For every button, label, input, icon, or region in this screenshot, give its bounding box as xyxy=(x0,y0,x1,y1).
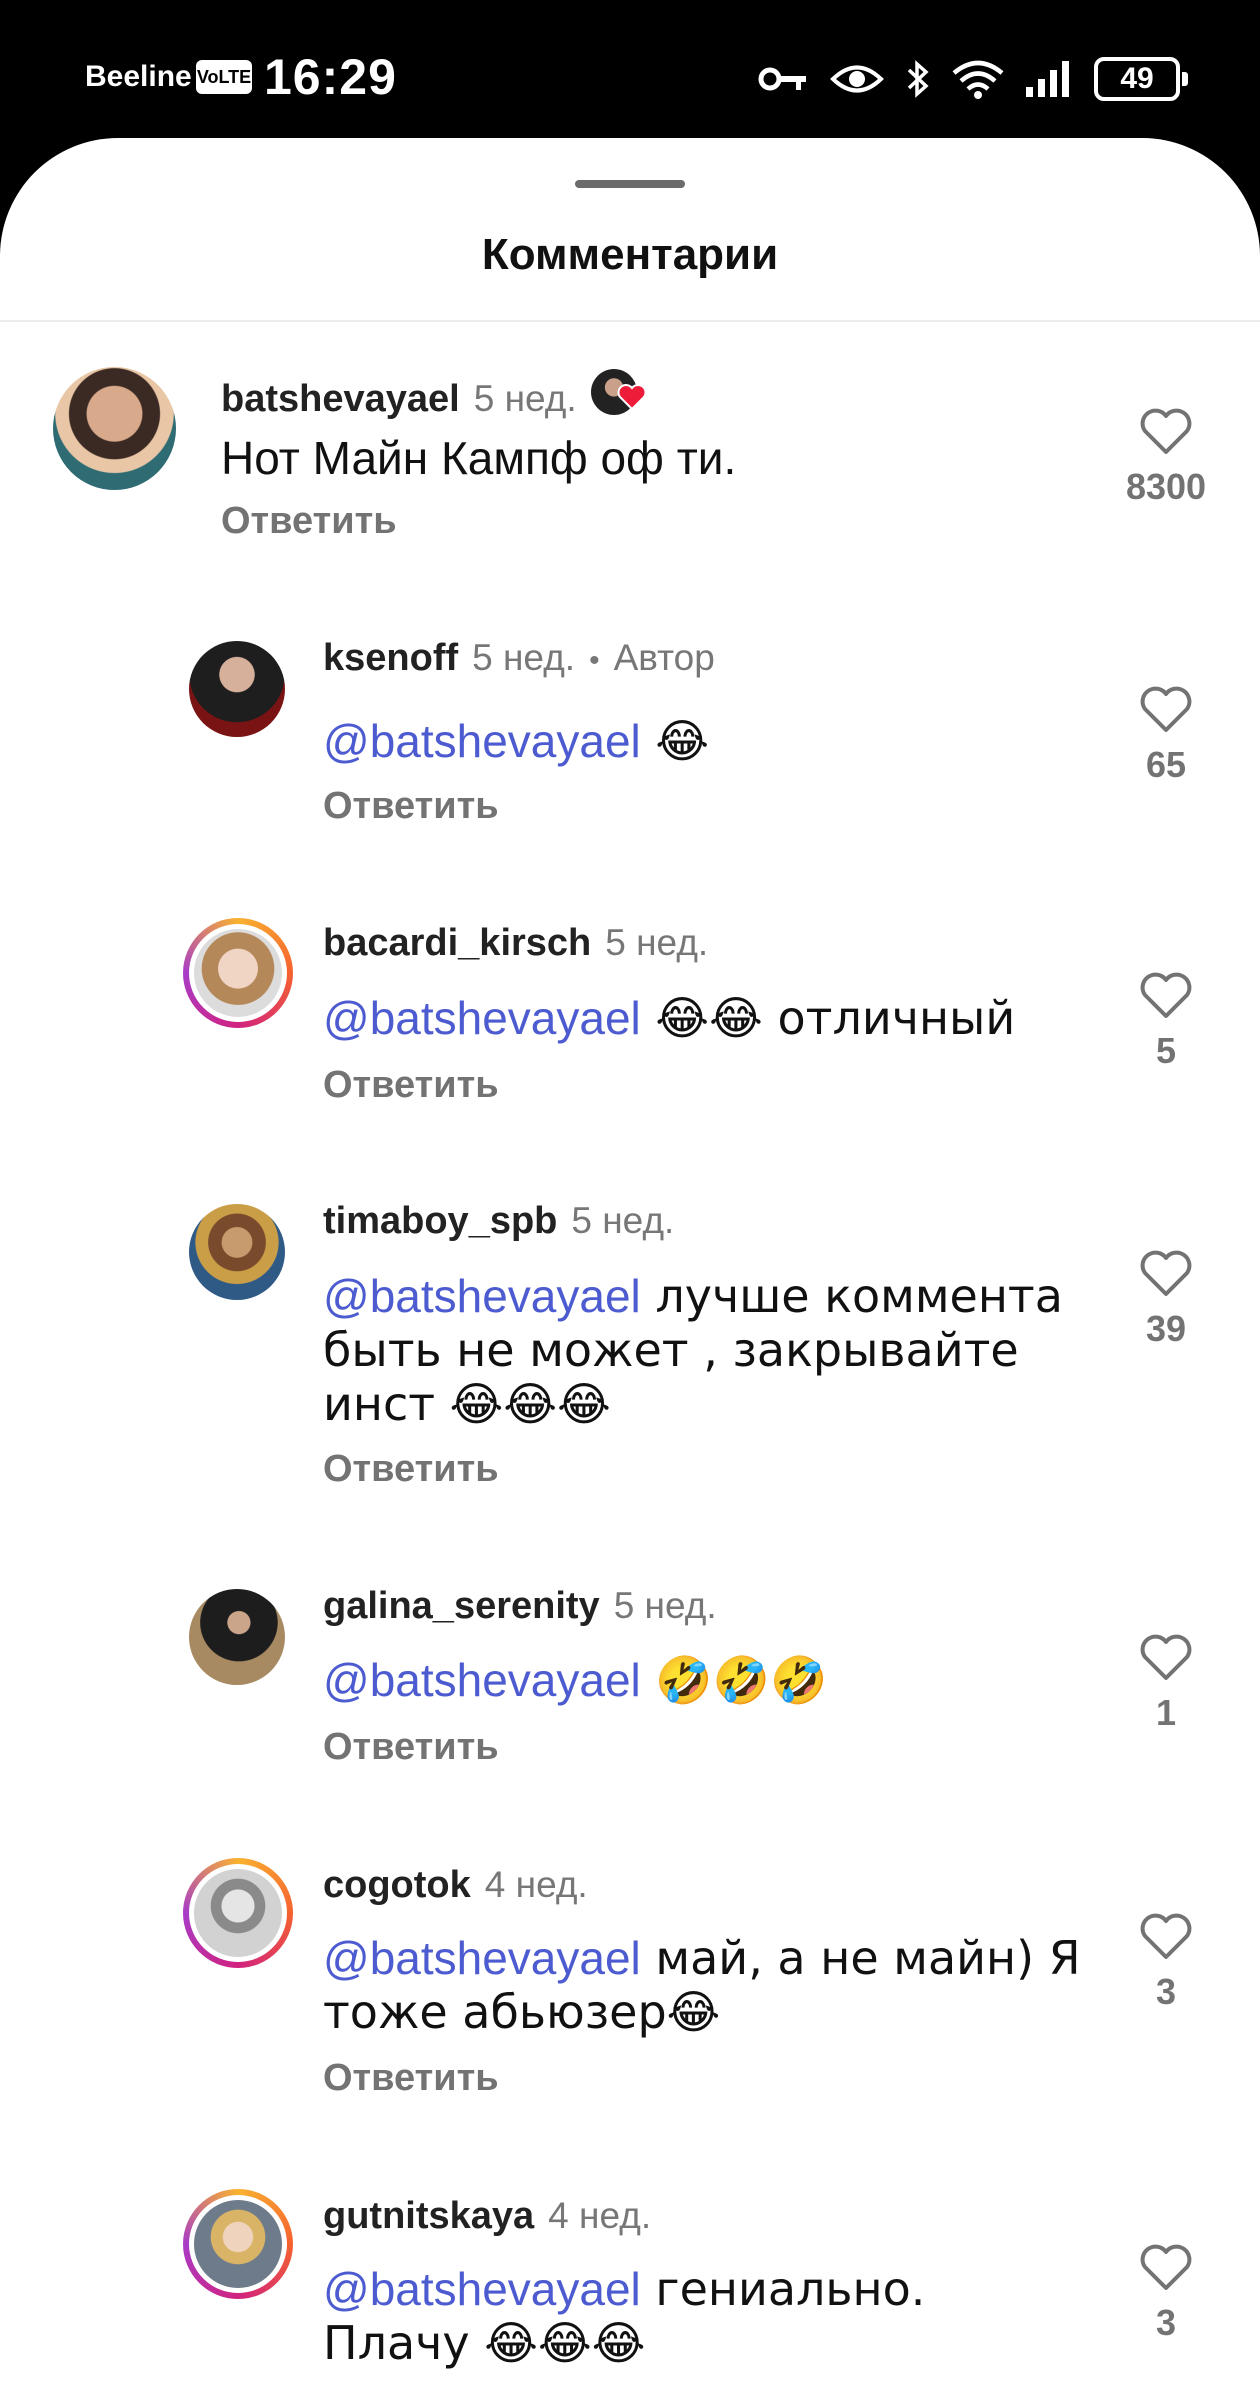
heart-icon xyxy=(617,384,647,411)
comment-text: Нот Майн Кампф оф ти. xyxy=(221,431,1081,485)
status-icons: 49 xyxy=(758,54,1188,104)
status-bar: Beeline VoLTE 16:29 49 xyxy=(0,0,1260,150)
comment-body: 🤣🤣🤣 xyxy=(640,1653,828,1707)
signal-icon xyxy=(1026,61,1072,97)
mention-link[interactable]: @batshevayael xyxy=(323,992,641,1044)
wifi-icon xyxy=(952,59,1004,99)
timestamp: 4 нед. xyxy=(548,2195,652,2236)
volte-badge: VoLTE xyxy=(196,60,252,94)
like-count: 8300 xyxy=(1125,466,1207,507)
author-liked-badge xyxy=(590,369,647,419)
username[interactable]: gutnitskaya xyxy=(323,2195,534,2238)
like-count: 65 xyxy=(1145,744,1187,785)
timestamp: 4 нед. xyxy=(484,1864,588,1905)
comment-meta: timaboy_spb 5 нед. xyxy=(323,1200,674,1243)
like-count: 1 xyxy=(1155,1692,1177,1733)
username[interactable]: ksenoff xyxy=(323,637,458,680)
comment-text: @batshevayael 🤣🤣🤣 xyxy=(323,1653,1083,1707)
comment-text: @batshevayael май, а не майн) Я тоже абь… xyxy=(323,1931,1083,2039)
comment-meta: ksenoff 5 нед. • Автор xyxy=(323,637,715,680)
username[interactable]: bacardi_kirsch xyxy=(323,922,591,965)
eye-icon xyxy=(830,62,884,96)
reply-button[interactable]: Ответить xyxy=(323,2057,499,2100)
comment-body: 😂 xyxy=(640,714,710,768)
comment-text: @batshevayael лучше коммента быть не мож… xyxy=(323,1269,1083,1431)
comment-body: 😂😂 отличный xyxy=(640,991,1016,1045)
mention-link[interactable]: @batshevayael xyxy=(323,1270,641,1322)
timestamp: 5 нед. xyxy=(605,922,709,963)
reply-button[interactable]: Ответить xyxy=(323,1064,499,1107)
like-button[interactable]: 39 xyxy=(1111,1250,1221,1350)
comment-meta: galina_serenity 5 нед. xyxy=(323,1585,717,1628)
avatar[interactable] xyxy=(189,1589,285,1685)
clock: 16:29 xyxy=(264,49,397,105)
comment-text: @batshevayael 😂 xyxy=(323,714,1083,768)
timestamp: 5 нед. xyxy=(571,1200,675,1241)
heart-outline-icon xyxy=(1140,2244,1192,2290)
battery-icon: 49 xyxy=(1094,57,1188,101)
timestamp: 5 нед. xyxy=(613,1585,717,1626)
username[interactable]: galina_serenity xyxy=(323,1585,600,1628)
avatar[interactable] xyxy=(183,918,293,1028)
heart-outline-icon xyxy=(1140,1913,1192,1959)
comment-meta: cogotok 4 нед. xyxy=(323,1864,588,1907)
mention-link[interactable]: @batshevayael xyxy=(323,1654,641,1706)
comment-text: @batshevayael 😂😂 отличный xyxy=(323,991,1083,1045)
like-count: 3 xyxy=(1155,2302,1177,2343)
avatar[interactable] xyxy=(183,2189,293,2299)
reply-button[interactable]: Ответить xyxy=(323,1448,499,1491)
comment-body: Нот Майн Кампф оф ти. xyxy=(221,432,737,484)
drag-handle[interactable] xyxy=(575,180,685,188)
heart-outline-icon xyxy=(1140,1250,1192,1296)
like-button[interactable]: 65 xyxy=(1111,686,1221,786)
mention-link[interactable]: @batshevayael xyxy=(323,2263,641,2315)
bluetooth-icon xyxy=(906,59,930,99)
like-count: 3 xyxy=(1155,1971,1177,2012)
like-button[interactable]: 5 xyxy=(1111,972,1221,1072)
heart-outline-icon xyxy=(1140,686,1192,732)
reply-button[interactable]: Ответить xyxy=(323,785,499,828)
like-button[interactable]: 8300 xyxy=(1111,408,1221,508)
header-divider xyxy=(0,320,1260,322)
avatar[interactable] xyxy=(53,367,176,490)
like-button[interactable]: 1 xyxy=(1111,1634,1221,1734)
author-badge: Автор xyxy=(613,637,715,678)
username[interactable]: cogotok xyxy=(323,1864,471,1907)
like-button[interactable]: 3 xyxy=(1111,1913,1221,2013)
heart-outline-icon xyxy=(1140,408,1192,454)
separator-dot: • xyxy=(589,644,600,677)
heart-outline-icon xyxy=(1140,1634,1192,1680)
sheet-title: Комментарии xyxy=(481,230,779,279)
mention-link[interactable]: @batshevayael xyxy=(323,1932,641,1984)
heart-outline-icon xyxy=(1140,972,1192,1018)
comment-meta: bacardi_kirsch 5 нед. xyxy=(323,922,708,965)
avatar[interactable] xyxy=(189,1204,285,1300)
username[interactable]: batshevayael xyxy=(221,378,460,421)
mention-link[interactable]: @batshevayael xyxy=(323,715,641,767)
like-button[interactable]: 3 xyxy=(1111,2244,1221,2344)
comment-text: @batshevayael гениально. Плачу 😂😂😂 xyxy=(323,2262,1083,2370)
timestamp: 5 нед. xyxy=(473,378,577,419)
avatar[interactable] xyxy=(183,1858,293,1968)
key-icon xyxy=(758,64,808,94)
comments-sheet: Комментарии batshevayael 5 нед. Нот Майн… xyxy=(0,138,1260,2385)
carrier-name: Beeline xyxy=(85,60,192,93)
username[interactable]: timaboy_spb xyxy=(323,1200,557,1243)
reply-button[interactable]: Ответить xyxy=(221,500,397,543)
timestamp: 5 нед. xyxy=(472,637,576,678)
comment-meta: gutnitskaya 4 нед. xyxy=(323,2195,651,2238)
like-count: 5 xyxy=(1155,1030,1177,1071)
comment-meta: batshevayael 5 нед. xyxy=(221,361,647,421)
reply-button[interactable]: Ответить xyxy=(323,1726,499,1769)
avatar[interactable] xyxy=(189,641,285,737)
like-count: 39 xyxy=(1145,1308,1187,1349)
